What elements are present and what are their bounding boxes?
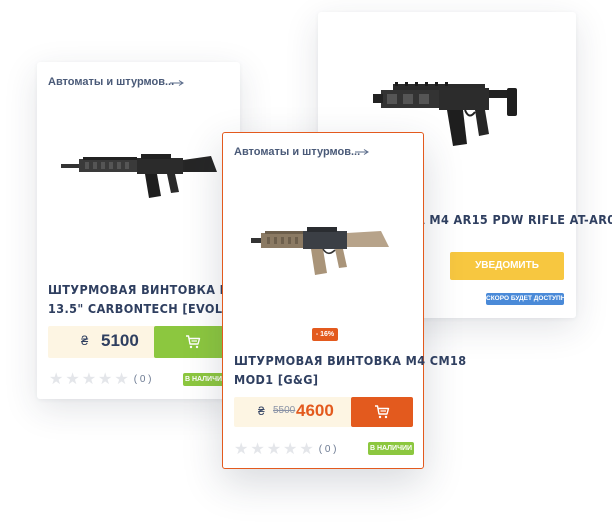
star-icon[interactable]: ★: [250, 439, 264, 458]
star-icon[interactable]: ★: [267, 439, 281, 458]
product-card-cm18[interactable]: Автоматы и штурмов... - 16% ШТУРМОВАЯ ВИ…: [222, 132, 466, 469]
price: 4600: [296, 401, 334, 420]
notify-button[interactable]: УВЕДОМИТЬ: [450, 252, 564, 280]
old-price: 5500: [273, 405, 296, 416]
star-icon[interactable]: ★: [283, 439, 297, 458]
rating-stars[interactable]: ★ ★ ★ ★ ★( 0 ): [234, 439, 337, 458]
product-title-pdw[interactable]: А M4 AR15 PDW RIFLE AT-AR03: [416, 210, 612, 229]
currency-symbol: ₴: [258, 404, 265, 418]
arrow-right-icon[interactable]: [170, 80, 184, 86]
discount-badge: - 16%: [312, 328, 338, 341]
price-box: ₴ 5500 4600: [234, 397, 352, 427]
arrow-right-icon[interactable]: [355, 149, 369, 155]
product-image-recon-rifle[interactable]: [61, 142, 221, 206]
coming-soon-badge: СКОРО БУДЕТ ДОСТУПНО: [486, 293, 570, 305]
star-icon[interactable]: ★: [299, 439, 313, 458]
currency-symbol: ₴: [81, 333, 89, 348]
cart-icon[interactable]: [374, 405, 390, 419]
price-box: ₴ 5100: [48, 326, 156, 358]
add-to-cart-button[interactable]: [351, 397, 413, 427]
star-icon[interactable]: ★: [82, 369, 96, 388]
price: 5100: [101, 331, 139, 350]
product-card-recon[interactable]: Автоматы и штурмов... ШТУРМОВАЯ ВИНТОВКА…: [37, 62, 312, 399]
product-image-cm18-rifle[interactable]: [251, 219, 397, 281]
product-title-line2[interactable]: MOD1 [G&G]: [234, 370, 318, 389]
in-stock-badge: В НАЛИЧИИ: [368, 442, 414, 455]
star-icon[interactable]: ★: [234, 439, 248, 458]
category-link[interactable]: Автоматы и штурмов...: [234, 146, 360, 158]
product-title-line1[interactable]: ШТУРМОВАЯ ВИНТОВКА M4 CM18: [234, 351, 467, 370]
star-icon[interactable]: ★: [65, 369, 79, 388]
rating-stars[interactable]: ★ ★ ★ ★ ★( 0 ): [49, 369, 152, 388]
review-count[interactable]: ( 0 ): [319, 444, 337, 455]
cart-icon[interactable]: [185, 335, 201, 349]
review-count[interactable]: ( 0 ): [134, 374, 152, 385]
category-link[interactable]: Автоматы и штурмов...: [48, 76, 174, 88]
star-icon[interactable]: ★: [98, 369, 112, 388]
star-icon[interactable]: ★: [114, 369, 128, 388]
add-to-cart-button[interactable]: [154, 326, 232, 358]
star-icon[interactable]: ★: [49, 369, 63, 388]
